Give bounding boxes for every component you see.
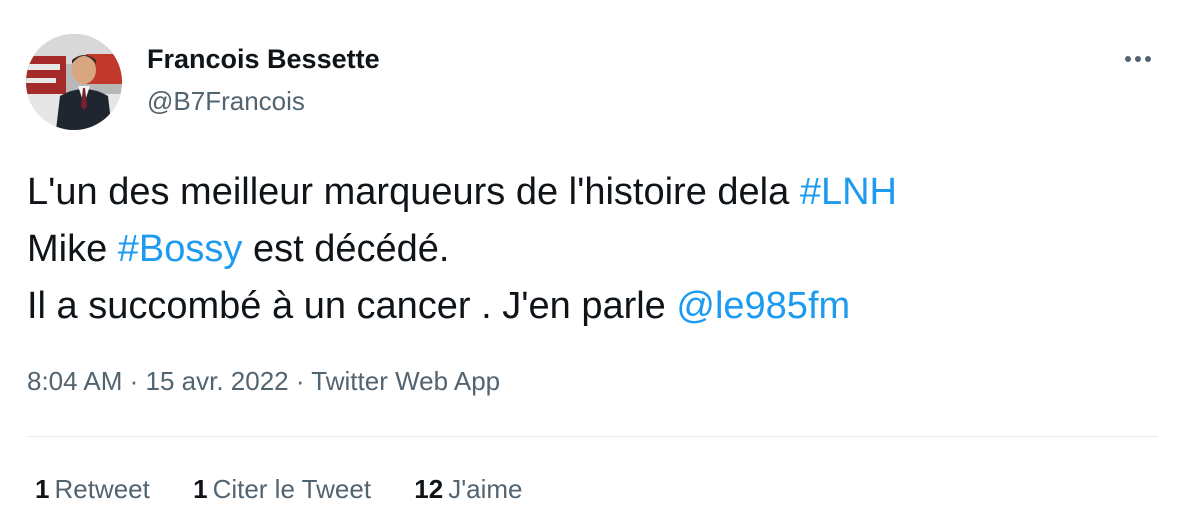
tweet-source[interactable]: Twitter Web App	[311, 366, 500, 396]
tweet-line-3: Il a succombé à un cancer . J'en parle @…	[27, 278, 1147, 335]
tweet-time[interactable]: 8:04 AM	[27, 366, 122, 396]
tweet-line-1: L'un des meilleur marqueurs de l'histoir…	[27, 164, 1147, 221]
tweet-stats: 1 Retweet 1 Citer le Tweet 12 J'aime	[35, 474, 559, 505]
tweet-line-2: Mike #Bossy est décédé.	[27, 221, 1147, 278]
tweet-line-2-prefix: Mike	[27, 228, 118, 270]
author-handle[interactable]: @B7Francois	[147, 86, 305, 117]
tweet-meta: 8:04 AM · 15 avr. 2022 · Twitter Web App	[27, 366, 500, 397]
quotes-stat[interactable]: 1 Citer le Tweet	[193, 474, 371, 505]
divider	[27, 436, 1158, 437]
hashtag-bossy[interactable]: #Bossy	[118, 228, 243, 270]
retweets-stat[interactable]: 1 Retweet	[35, 474, 150, 505]
meta-separator-1: ·	[122, 366, 146, 396]
mention-le985fm[interactable]: @le985fm	[676, 285, 850, 327]
tweet-text: L'un des meilleur marqueurs de l'histoir…	[27, 164, 1147, 335]
more-options-icon[interactable]	[1120, 47, 1160, 71]
likes-stat[interactable]: 12 J'aime	[414, 474, 522, 505]
tweet-line-1-text: L'un des meilleur marqueurs de l'histoir…	[27, 171, 800, 213]
tweet: Francois Bessette @B7Francois L'un des m…	[0, 0, 1194, 504]
avatar[interactable]	[26, 34, 122, 130]
meta-separator-2: ·	[288, 366, 312, 396]
tweet-date[interactable]: 15 avr. 2022	[146, 366, 289, 396]
tweet-line-2-suffix: est décédé.	[242, 228, 450, 270]
avatar-image	[26, 34, 122, 130]
tweet-line-3-text: Il a succombé à un cancer . J'en parle	[27, 285, 677, 327]
author-name[interactable]: Francois Bessette	[147, 44, 380, 75]
hashtag-lnh[interactable]: #LNH	[800, 171, 897, 213]
